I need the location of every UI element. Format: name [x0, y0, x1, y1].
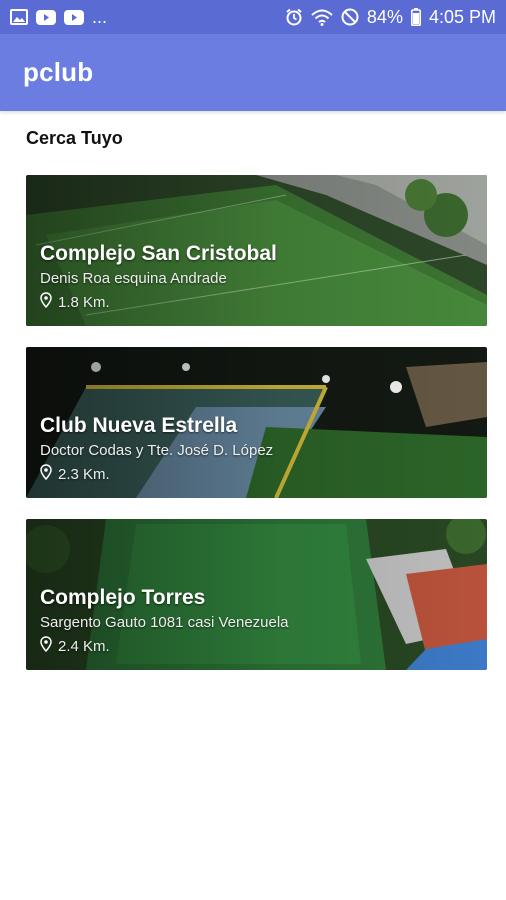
section-title: Cerca Tuyo: [26, 128, 123, 148]
location-pin-icon: [40, 636, 52, 656]
image-icon: [10, 9, 28, 25]
distance-text: 1.8 Km.: [58, 293, 110, 311]
distance-text: 2.4 Km.: [58, 637, 110, 655]
app-title: pclub: [23, 57, 94, 87]
do-not-disturb-icon: [341, 8, 359, 26]
alarm-icon: [285, 8, 303, 26]
venue-card[interactable]: Complejo San Cristobal Denis Roa esquina…: [26, 175, 487, 326]
venue-card[interactable]: Club Nueva Estrella Doctor Codas y Tte. …: [26, 347, 487, 498]
location-pin-icon: [40, 464, 52, 484]
youtube-icon: [36, 9, 56, 25]
app-bar: pclub: [0, 34, 506, 111]
clock: 4:05 PM: [428, 6, 496, 27]
battery-icon: [410, 8, 421, 26]
venue-name: Club Nueva Estrella: [40, 414, 238, 437]
venue-address: Sargento Gauto 1081 casi Venezuela: [40, 614, 289, 631]
distance-text: 2.3 Km.: [58, 465, 110, 483]
venue-name: Complejo San Cristobal: [40, 242, 277, 265]
card-info: Club Nueva Estrella Doctor Codas y Tte. …: [40, 414, 273, 484]
youtube-icon: [64, 9, 84, 25]
location-pin-icon: [40, 292, 52, 312]
venue-name: Complejo Torres: [40, 586, 206, 609]
wifi-icon: [311, 9, 333, 26]
battery-percentage: 84%: [366, 6, 403, 27]
card-info: Complejo San Cristobal Denis Roa esquina…: [40, 242, 277, 312]
venue-address: Denis Roa esquina Andrade: [40, 270, 227, 287]
venue-distance: 1.8 Km.: [40, 292, 277, 312]
venue-address: Doctor Codas y Tte. José D. López: [40, 442, 274, 459]
venue-card[interactable]: Complejo Torres Sargento Gauto 1081 casi…: [26, 519, 487, 670]
status-bar-left: ...: [10, 7, 107, 28]
status-bar: ... 84% 4:05 PM: [0, 0, 506, 34]
status-bar-right: 84% 4:05 PM: [285, 7, 496, 28]
venue-distance: 2.3 Km.: [40, 464, 273, 484]
card-info: Complejo Torres Sargento Gauto 1081 casi…: [40, 586, 289, 656]
venue-distance: 2.4 Km.: [40, 636, 289, 656]
more-notifications: ...: [92, 6, 108, 27]
